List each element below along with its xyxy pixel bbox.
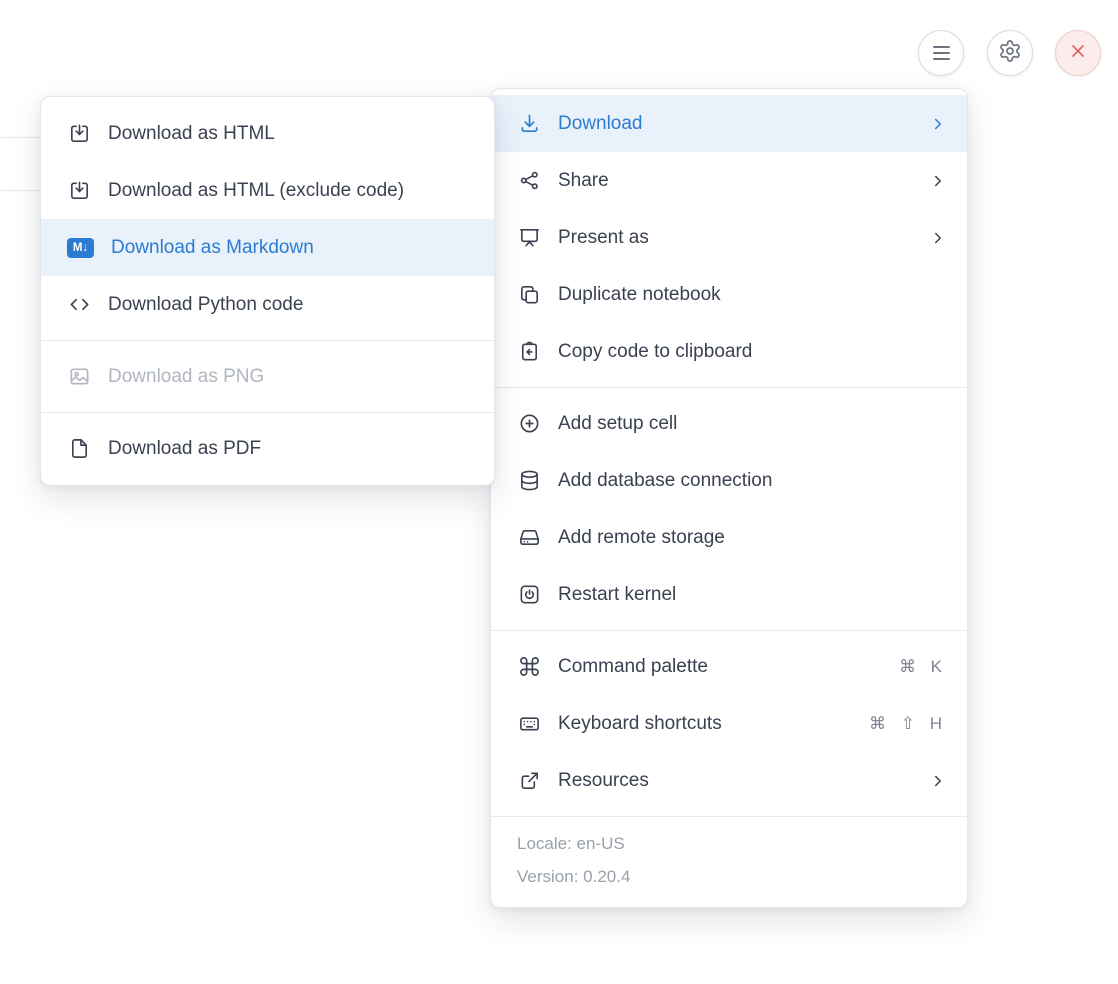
power-icon [517, 583, 541, 607]
menu-item-download[interactable]: Download [491, 95, 967, 152]
menu-item-label: Share [558, 170, 912, 192]
menu-separator [491, 630, 967, 631]
submenu-item-download-as-pdf[interactable]: Download as PDF [41, 420, 494, 477]
markdown-icon: M↓ [67, 238, 94, 258]
close-button[interactable] [1055, 30, 1101, 76]
menu-item-label: Download as PNG [108, 366, 474, 388]
hard-drive-icon [517, 526, 541, 550]
menu-item-label: Restart kernel [558, 584, 947, 606]
download-icon [517, 112, 541, 136]
settings-button[interactable] [987, 30, 1033, 76]
share-icon [517, 169, 541, 193]
menu-item-present-as[interactable]: Present as [491, 209, 967, 266]
menu-item-command-palette[interactable]: Command palette ⌘ K [491, 638, 967, 695]
cell-border-fragment-top [0, 137, 40, 138]
clipboard-copy-icon [517, 340, 541, 364]
download-box-icon [67, 122, 91, 146]
database-icon [517, 469, 541, 493]
menu-item-add-remote-storage[interactable]: Add remote storage [491, 509, 967, 566]
cell-border-fragment-bottom [0, 190, 40, 191]
download-box-icon [67, 179, 91, 203]
menu-item-keyboard-shortcuts[interactable]: Keyboard shortcuts ⌘ ⇧ H [491, 695, 967, 752]
menu-item-add-setup-cell[interactable]: Add setup cell [491, 395, 967, 452]
menu-item-label: Keyboard shortcuts [558, 713, 852, 735]
menu-separator [41, 412, 494, 413]
version-text: Version: 0.20.4 [517, 860, 941, 893]
chevron-right-icon [929, 772, 947, 790]
submenu-item-download-python-code[interactable]: Download Python code [41, 276, 494, 333]
submenu-item-download-as-markdown[interactable]: M↓ Download as Markdown [41, 219, 494, 276]
keyboard-icon [517, 712, 541, 736]
hamburger-menu-button[interactable] [918, 30, 964, 76]
download-submenu: Download as HTML Download as HTML (exclu… [40, 96, 495, 486]
menu-item-label: Copy code to clipboard [558, 341, 947, 363]
close-icon [1067, 40, 1089, 67]
notebook-actions-menu: Download Share Present as Duplicate note… [490, 88, 968, 908]
menu-item-label: Download as Markdown [111, 237, 474, 259]
chevron-right-icon [929, 229, 947, 247]
menu-item-label: Present as [558, 227, 912, 249]
image-icon [67, 365, 91, 389]
menu-separator [41, 340, 494, 341]
external-link-icon [517, 769, 541, 793]
menu-item-resources[interactable]: Resources [491, 752, 967, 809]
locale-text: Locale: en-US [517, 827, 941, 860]
shortcut-hint: ⌘ K [899, 657, 947, 677]
command-icon [517, 655, 541, 679]
menu-item-label: Add setup cell [558, 413, 947, 435]
menu-separator [491, 387, 967, 388]
duplicate-icon [517, 283, 541, 307]
submenu-item-download-as-html[interactable]: Download as HTML [41, 105, 494, 162]
menu-item-label: Add remote storage [558, 527, 947, 549]
chevron-right-icon [929, 115, 947, 133]
menu-item-label: Add database connection [558, 470, 947, 492]
menu-footer: Locale: en-US Version: 0.20.4 [491, 816, 967, 907]
gear-icon [998, 39, 1022, 68]
submenu-item-download-as-png[interactable]: Download as PNG [41, 348, 494, 405]
submenu-item-download-as-html-exclude-code[interactable]: Download as HTML (exclude code) [41, 162, 494, 219]
menu-item-copy-code[interactable]: Copy code to clipboard [491, 323, 967, 380]
menu-item-label: Download Python code [108, 294, 474, 316]
presentation-icon [517, 226, 541, 250]
chevron-right-icon [929, 172, 947, 190]
menu-item-label: Download as HTML (exclude code) [108, 180, 474, 202]
plus-circle-icon [517, 412, 541, 436]
hamburger-menu-icon [933, 46, 950, 60]
menu-item-label: Download [558, 113, 912, 135]
menu-item-duplicate-notebook[interactable]: Duplicate notebook [491, 266, 967, 323]
file-icon [67, 437, 91, 461]
menu-item-label: Command palette [558, 656, 882, 678]
menu-item-restart-kernel[interactable]: Restart kernel [491, 566, 967, 623]
menu-item-label: Duplicate notebook [558, 284, 947, 306]
menu-item-add-database-connection[interactable]: Add database connection [491, 452, 967, 509]
menu-item-share[interactable]: Share [491, 152, 967, 209]
shortcut-hint: ⌘ ⇧ H [869, 714, 947, 734]
code-icon [67, 293, 91, 317]
menu-item-label: Download as HTML [108, 123, 474, 145]
menu-item-label: Resources [558, 770, 912, 792]
menu-item-label: Download as PDF [108, 438, 474, 460]
